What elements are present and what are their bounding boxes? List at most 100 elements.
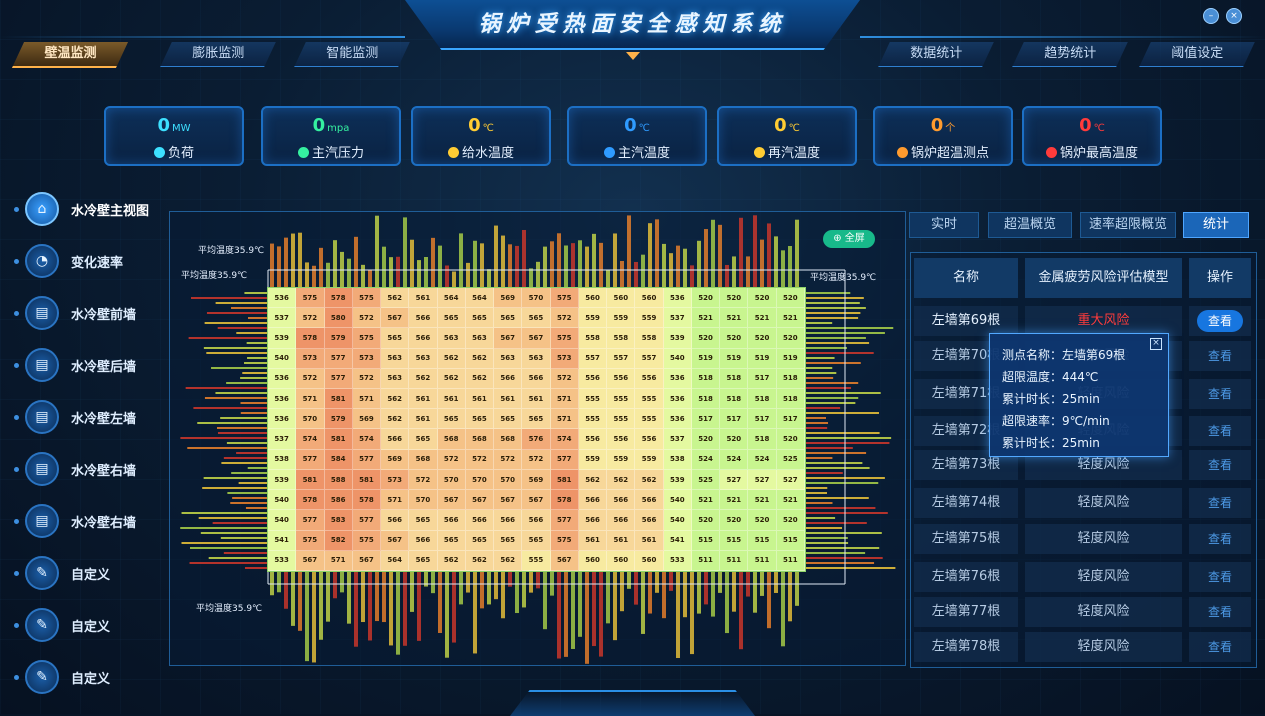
heatmap-cell[interactable]: 560: [607, 550, 636, 571]
heatmap-cell[interactable]: 518: [691, 368, 721, 390]
view-button[interactable]: 查看: [1197, 310, 1243, 332]
heatmap-cell[interactable]: 557: [578, 348, 608, 369]
heatmap-cell[interactable]: 565: [522, 530, 551, 551]
heatmap-cell[interactable]: 581: [324, 389, 353, 410]
heatmap-cell[interactable]: 555: [635, 409, 664, 430]
close-icon[interactable]: ×: [1150, 338, 1162, 350]
heatmap-cell[interactable]: 565: [494, 530, 523, 551]
heatmap-cell[interactable]: 565: [522, 308, 551, 329]
heatmap-cell[interactable]: 579: [324, 409, 353, 430]
heatmap-cell[interactable]: 567: [352, 550, 382, 571]
heatmap-cell[interactable]: 560: [607, 288, 636, 309]
heatmap-cell[interactable]: 566: [607, 490, 636, 511]
heatmap-cell[interactable]: 566: [409, 530, 438, 551]
heatmap-cell[interactable]: 561: [409, 409, 438, 430]
heatmap-cell[interactable]: 563: [381, 368, 410, 390]
heatmap-cell[interactable]: 527: [748, 469, 777, 491]
heatmap-cell[interactable]: 564: [465, 288, 495, 309]
heatmap-cell[interactable]: 571: [352, 389, 382, 410]
heatmap-cell[interactable]: 566: [494, 510, 523, 531]
heatmap-cell[interactable]: 567: [296, 550, 325, 571]
heatmap-cell[interactable]: 565: [381, 328, 410, 349]
heatmap-cell[interactable]: 540: [268, 348, 297, 369]
heatmap-cell[interactable]: 581: [352, 469, 382, 491]
heatmap-cell[interactable]: 518: [776, 389, 805, 410]
heatmap-cell[interactable]: 540: [663, 348, 692, 369]
heatmap-cell[interactable]: 572: [437, 449, 466, 470]
heatmap-cell[interactable]: 524: [720, 449, 749, 470]
heatmap-cell[interactable]: 517: [748, 409, 777, 430]
heatmap-cell[interactable]: 565: [465, 530, 495, 551]
heatmap-cell[interactable]: 562: [381, 409, 410, 430]
heatmap-cell[interactable]: 569: [352, 409, 382, 430]
heatmap-cell[interactable]: 565: [522, 409, 551, 430]
heatmap-cell[interactable]: 521: [776, 308, 805, 329]
tab-realtime[interactable]: 实时: [909, 212, 979, 238]
heatmap-cell[interactable]: 556: [635, 429, 664, 450]
heatmap-cell[interactable]: 562: [494, 550, 523, 571]
left-nav-item[interactable]: ✎ 自定义: [14, 556, 110, 590]
heatmap-cell[interactable]: 538: [663, 449, 692, 470]
heatmap-cell[interactable]: 580: [324, 308, 353, 329]
heatmap-cell[interactable]: 567: [381, 530, 410, 551]
heatmap-cell[interactable]: 537: [268, 429, 297, 450]
left-nav-item[interactable]: ▤ 水冷壁左墙: [14, 400, 136, 434]
heatmap-cell[interactable]: 540: [663, 510, 692, 531]
chevron-down-icon[interactable]: [626, 52, 640, 60]
heatmap-cell[interactable]: 536: [663, 368, 692, 390]
heatmap-cell[interactable]: 520: [748, 288, 777, 309]
heatmap-cell[interactable]: 575: [550, 530, 579, 551]
heatmap-cell[interactable]: 581: [324, 429, 353, 450]
heatmap-cell[interactable]: 511: [720, 550, 749, 571]
heatmap-cell[interactable]: 575: [296, 530, 325, 551]
heatmap-cell[interactable]: 567: [465, 490, 495, 511]
nav-tab-data-stats[interactable]: 数据统计: [878, 42, 994, 67]
heatmap-cell[interactable]: 566: [635, 490, 664, 511]
heatmap-cell[interactable]: 562: [607, 469, 636, 491]
heatmap-cell[interactable]: 539: [663, 469, 692, 491]
heatmap-cell[interactable]: 519: [720, 348, 749, 369]
heatmap-cell[interactable]: 568: [465, 429, 495, 450]
heatmap-cell[interactable]: 559: [578, 308, 608, 329]
heatmap-cell[interactable]: 575: [352, 328, 382, 349]
heatmap-cell[interactable]: 540: [268, 510, 297, 531]
heatmap-cell[interactable]: 561: [578, 530, 608, 551]
heatmap-cell[interactable]: 573: [296, 348, 325, 369]
heatmap-cell[interactable]: 569: [522, 469, 551, 491]
heatmap-cell[interactable]: 520: [776, 429, 805, 450]
heatmap-cell[interactable]: 563: [465, 328, 495, 349]
heatmap-cell[interactable]: 536: [663, 288, 692, 309]
heatmap-cell[interactable]: 511: [748, 550, 777, 571]
heatmap-cell[interactable]: 517: [776, 409, 805, 430]
heatmap-cell[interactable]: 511: [776, 550, 805, 571]
heatmap-cell[interactable]: 578: [352, 490, 382, 511]
heatmap-cell[interactable]: 560: [578, 288, 608, 309]
nav-tab-trend-stats[interactable]: 趋势统计: [1012, 42, 1128, 67]
tab-rate-overview[interactable]: 速率超限概览: [1080, 212, 1176, 238]
heatmap-cell[interactable]: 536: [268, 368, 297, 390]
heatmap-cell[interactable]: 588: [324, 469, 353, 491]
heatmap-cell[interactable]: 559: [635, 449, 664, 470]
heatmap-cell[interactable]: 563: [494, 348, 523, 369]
heatmap-cell[interactable]: 561: [409, 389, 438, 410]
tab-statistics[interactable]: 统计: [1183, 212, 1249, 238]
heatmap-cell[interactable]: 560: [635, 550, 664, 571]
nav-tab-expansion[interactable]: 膨胀监测: [160, 42, 276, 67]
heatmap-cell[interactable]: 521: [691, 490, 721, 511]
heatmap-cell[interactable]: 572: [494, 449, 523, 470]
heatmap-cell[interactable]: 562: [409, 368, 438, 390]
heatmap-cell[interactable]: 572: [296, 368, 325, 390]
heatmap-cell[interactable]: 541: [268, 530, 297, 551]
close-window-icon[interactable]: ×: [1226, 8, 1242, 24]
heatmap-cell[interactable]: 560: [578, 550, 608, 571]
minimize-icon[interactable]: –: [1203, 8, 1219, 24]
heatmap-cell[interactable]: 570: [494, 469, 523, 491]
heatmap-cell[interactable]: 572: [522, 449, 551, 470]
heatmap-cell[interactable]: 570: [465, 469, 495, 491]
heatmap-cell[interactable]: 519: [776, 348, 805, 369]
heatmap-cell[interactable]: 520: [776, 510, 805, 531]
heatmap-cell[interactable]: 527: [776, 469, 805, 491]
view-button[interactable]: 查看: [1197, 454, 1243, 476]
heatmap-cell[interactable]: 565: [409, 429, 438, 450]
heatmap-cell[interactable]: 562: [437, 550, 466, 571]
